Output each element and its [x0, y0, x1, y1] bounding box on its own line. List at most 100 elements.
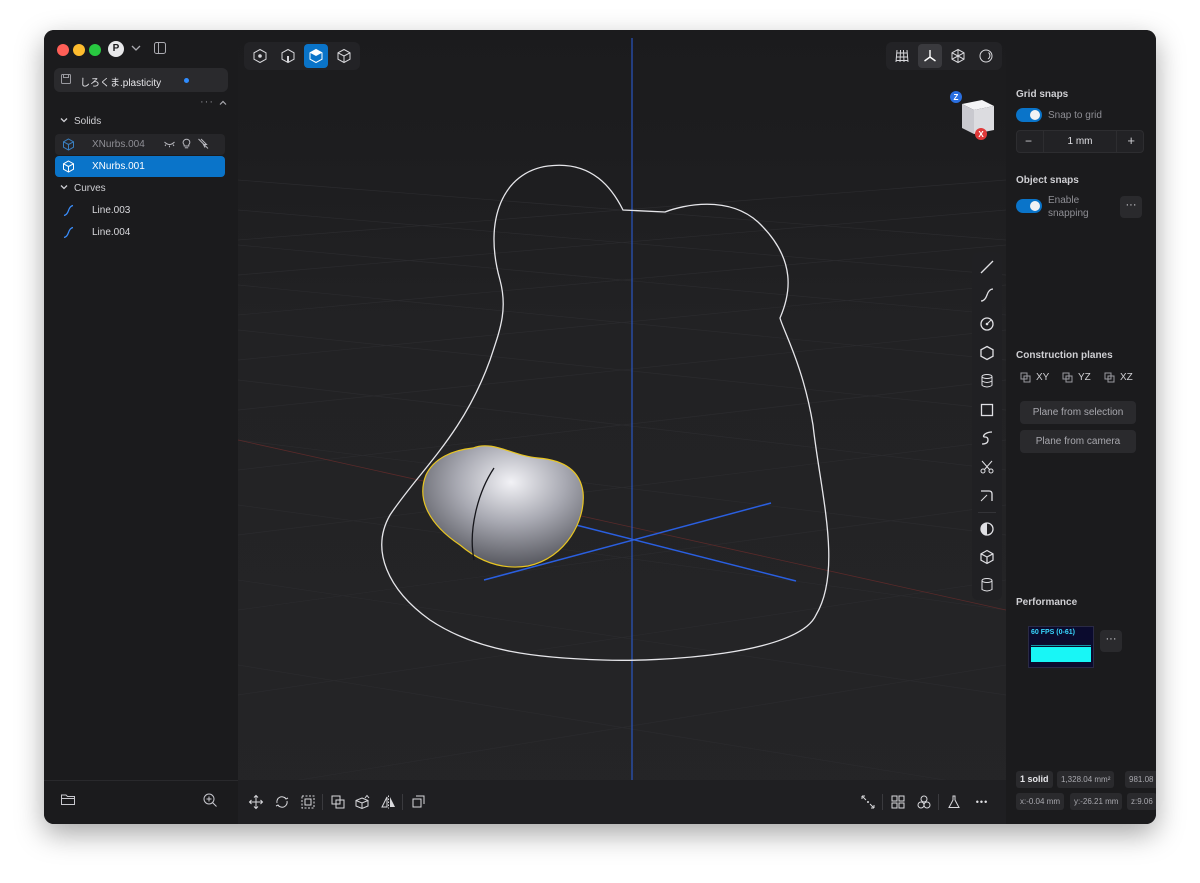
shading-toggle-button[interactable] — [974, 44, 998, 68]
avatar[interactable]: P — [108, 41, 124, 57]
solid-count-badge: 1 solid — [1016, 771, 1053, 788]
cube-icon — [980, 549, 994, 565]
solids-group-header[interactable]: Solids — [60, 116, 101, 127]
plane-xy-button[interactable]: XY — [1020, 372, 1049, 383]
increment-button[interactable]: + — [1127, 133, 1135, 148]
curve-tool-button[interactable] — [976, 284, 998, 306]
outliner-row-line-003[interactable]: Line.003 — [55, 200, 225, 221]
surface-area-badge: 1,328.04 mm² — [1057, 771, 1115, 788]
line-icon — [980, 260, 994, 274]
material-button[interactable] — [944, 792, 964, 812]
axes-toggle-button[interactable] — [918, 44, 942, 68]
edge-select-icon — [281, 48, 295, 64]
document-name: しろくま.plasticity — [80, 78, 162, 89]
boolean-tool-button[interactable] — [976, 518, 998, 540]
extrude-button[interactable] — [352, 792, 372, 812]
3d-viewport[interactable]: Z X ••• — [238, 30, 1006, 824]
sidebar-toggle-icon[interactable] — [153, 41, 167, 55]
circle-tool-button[interactable] — [976, 313, 998, 335]
snap-arrows-icon — [861, 795, 875, 809]
xray-toggle-button[interactable] — [946, 44, 970, 68]
curves-group-header[interactable]: Curves — [60, 183, 106, 194]
rectangle-tool-button[interactable] — [976, 399, 998, 421]
grid-step-stepper[interactable]: − 1 mm + — [1016, 130, 1144, 153]
outliner-more-button[interactable]: ··· — [200, 96, 214, 108]
spiral-tool-button[interactable] — [976, 427, 998, 449]
coord-x-badge: x:-0.04 mm — [1016, 793, 1065, 810]
plane-xz-button[interactable]: XZ — [1104, 372, 1133, 383]
outliner-row-xnurbs-001[interactable]: XNurbs.001 — [55, 156, 225, 177]
outliner-row-label: Line.003 — [92, 205, 131, 216]
mirror-icon — [381, 795, 395, 809]
trim-tool-button[interactable] — [976, 456, 998, 478]
chevron-up-icon[interactable] — [218, 98, 228, 108]
navigation-cube[interactable]: Z X — [948, 90, 998, 142]
face-select-button[interactable] — [304, 44, 328, 68]
app-window: P しろくま.plasticity ··· Solids XNurbs.004 … — [44, 30, 1156, 824]
circles-icon — [917, 795, 931, 809]
duplicate-button[interactable] — [328, 792, 348, 812]
close-window-button[interactable] — [57, 44, 69, 56]
curve-icon — [63, 204, 74, 217]
unsaved-indicator — [184, 78, 189, 83]
grid-toggle-button[interactable] — [890, 44, 914, 68]
plane-from-camera-button[interactable]: Plane from camera — [1020, 430, 1136, 453]
ground-grid — [238, 179, 1006, 791]
lightbulb-icon[interactable] — [180, 137, 193, 150]
mirror-button[interactable] — [378, 792, 398, 812]
scale-button[interactable] — [298, 792, 318, 812]
volume-badge: 981.08 m — [1125, 771, 1156, 788]
grid-icon — [895, 49, 909, 63]
document-tab[interactable]: しろくま.plasticity — [54, 68, 228, 92]
scale-icon — [301, 795, 315, 809]
array-button[interactable] — [408, 792, 428, 812]
xray-cube-icon — [951, 48, 965, 64]
plane-from-selection-button[interactable]: Plane from selection — [1020, 401, 1136, 424]
box-tool-button[interactable] — [976, 546, 998, 568]
enable-snapping-toggle[interactable] — [1016, 199, 1042, 213]
line-tool-button[interactable] — [976, 256, 998, 278]
solid-select-button[interactable] — [332, 44, 356, 68]
performance-more-button[interactable]: ··· — [1100, 630, 1122, 652]
extrude-cube-icon — [355, 794, 370, 810]
zoom-in-icon[interactable] — [202, 792, 218, 808]
outliner-row-xnurbs-004[interactable]: XNurbs.004 — [55, 134, 225, 155]
snap-to-grid-label: Snap to grid — [1048, 110, 1102, 121]
fillet-curve-tool-button[interactable] — [976, 484, 998, 506]
minimize-window-button[interactable] — [73, 44, 85, 56]
outliner-row-label: Line.004 — [92, 227, 131, 238]
snap-to-grid-toggle[interactable] — [1016, 108, 1042, 122]
cylinder-tool-button[interactable] — [976, 370, 998, 392]
cylinder-solid-tool-button[interactable] — [976, 574, 998, 596]
duplicate-icon — [331, 795, 345, 809]
move-button[interactable] — [246, 792, 266, 812]
zoom-window-button[interactable] — [89, 44, 101, 56]
more-tools-button[interactable]: ••• — [972, 792, 992, 812]
plane-yz-button[interactable]: YZ — [1062, 372, 1091, 383]
offset-icon — [412, 795, 425, 808]
chevron-down-icon[interactable] — [130, 42, 142, 54]
construction-line — [575, 524, 797, 582]
outliner-row-line-004[interactable]: Line.004 — [55, 222, 225, 243]
eye-closed-icon[interactable] — [163, 137, 176, 150]
snap-mode-button[interactable] — [858, 792, 878, 812]
flask-icon — [948, 795, 960, 808]
select-disabled-icon[interactable] — [197, 137, 210, 150]
half-circle-icon — [980, 522, 994, 536]
groups-button[interactable] — [914, 792, 934, 812]
polygon-tool-button[interactable] — [976, 342, 998, 364]
view-mode-toolbar — [244, 42, 360, 70]
performance-title: Performance — [1016, 597, 1078, 608]
grid-step-value[interactable]: 1 mm — [1017, 136, 1143, 147]
edge-select-button[interactable] — [276, 44, 300, 68]
scissors-icon — [980, 460, 994, 474]
object-snaps-more-button[interactable]: ··· — [1120, 196, 1142, 218]
folder-icon[interactable] — [60, 792, 76, 806]
rotate-button[interactable] — [272, 792, 292, 812]
grid-four-icon — [891, 795, 905, 809]
stack-icon — [981, 374, 993, 388]
layout-button[interactable] — [888, 792, 908, 812]
vertex-select-button[interactable] — [248, 44, 272, 68]
transform-toolbar: ••• — [238, 780, 1006, 824]
solid-select-icon — [337, 48, 351, 64]
